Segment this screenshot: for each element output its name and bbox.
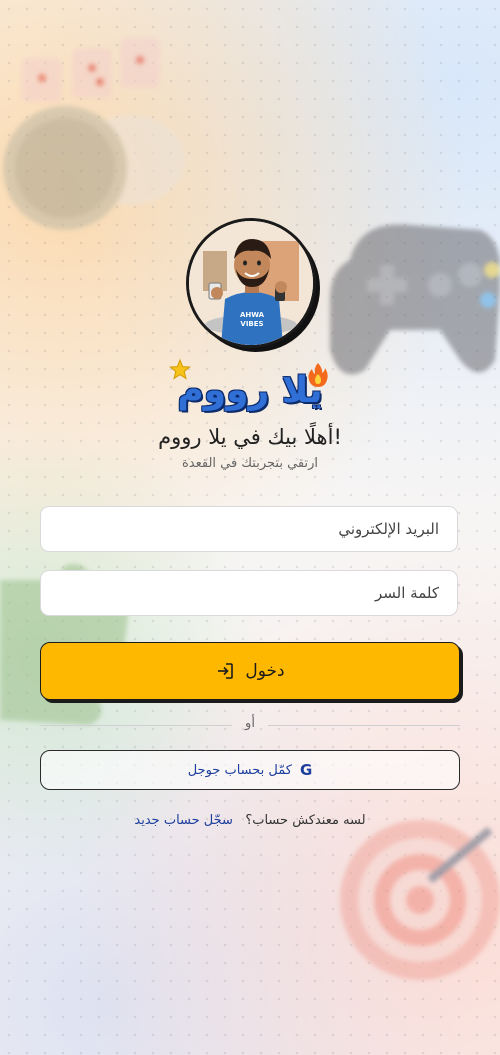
- email-input[interactable]: [41, 507, 457, 551]
- password-input[interactable]: [41, 571, 457, 615]
- welcome-heading: أهلًا بيك في يلا رووم!: [158, 425, 342, 449]
- or-label: أو: [245, 716, 255, 731]
- app-logo: يلا رووم: [160, 358, 340, 424]
- signup-prompt: لسه معندكش حساب؟: [245, 813, 366, 828]
- google-signin-button[interactable]: كمّل بحساب جوجل G: [40, 750, 460, 790]
- login-icon: [218, 663, 234, 679]
- logo-text: يلا رووم: [177, 370, 323, 411]
- signup-link[interactable]: سجّل حساب جديد: [134, 813, 233, 828]
- login-button[interactable]: دخول: [40, 642, 460, 700]
- divider-line-right: [268, 725, 460, 726]
- email-field[interactable]: [40, 506, 458, 552]
- shirt-text-1: AHWA: [240, 311, 265, 319]
- avatar-illustration: AHWA VIBES: [189, 221, 313, 345]
- avatar-frame: AHWA VIBES: [186, 218, 316, 348]
- or-divider: أو: [40, 716, 460, 736]
- google-icon: G: [299, 761, 313, 779]
- google-signin-label: كمّل بحساب جوجل: [187, 762, 292, 778]
- avatar: AHWA VIBES: [186, 218, 320, 352]
- password-field[interactable]: [40, 570, 458, 616]
- login-label: دخول: [245, 661, 285, 681]
- welcome-subtitle: ارتقي بتجربتك في القعدة: [181, 456, 319, 471]
- shirt-text-2: VIBES: [240, 320, 263, 328]
- signup-prompt-row: لسه معندكش حساب؟ سجّل حساب جديد: [0, 813, 500, 828]
